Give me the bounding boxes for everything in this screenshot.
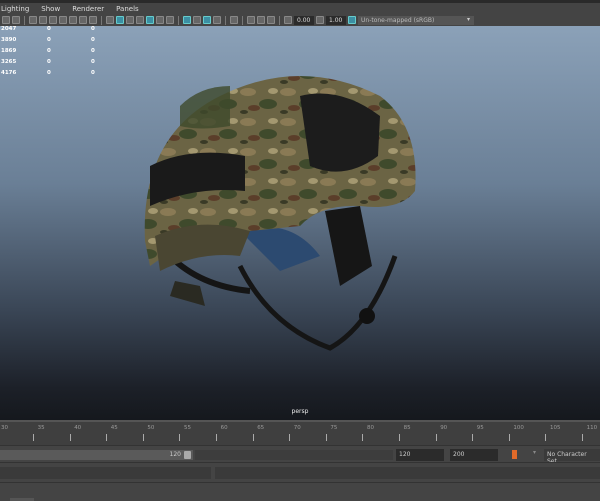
grid-icon[interactable] [29,16,37,24]
camera-label: persp [291,408,309,415]
ruler-tick [582,434,583,441]
viewport-persp[interactable]: 2047 0 0 3890 0 0 1869 0 0 3265 0 0 4176 0 0 persp [0,26,600,420]
shadows-icon[interactable] [166,16,174,24]
screen-space-ao-icon[interactable] [183,16,191,24]
exposure-input[interactable]: 0.00 [294,15,314,25]
menu-show[interactable]: Show [41,5,60,13]
menu-renderer[interactable]: Renderer [72,5,104,13]
ruler-tick-label: 100 [513,425,524,431]
time-slider[interactable]: 30 35 40 45 50 55 60 65 70 75 80 85 90 95 100 105 110 [0,420,600,445]
range-slider-bar: 120 120 200 ▾ No Character Set [0,445,600,465]
separator [242,15,243,25]
menu-panels[interactable]: Panels [116,5,139,13]
menu-lighting[interactable]: Lighting [1,5,29,13]
field-chart-icon[interactable] [69,16,77,24]
character-set-dropdown[interactable]: No Character Set [544,449,600,465]
ruler-tick-label: 60 [220,425,228,431]
resolution-gate-icon[interactable] [49,16,57,24]
helmet-model[interactable] [0,26,600,420]
view-transform-dropdown[interactable]: Un-tone-mapped (sRGB) [358,15,474,25]
animation-end-field[interactable]: 120 [396,449,444,461]
lights-icon[interactable] [156,16,164,24]
ruler-tick [289,434,291,441]
command-result [215,467,600,479]
ruler-tick [179,434,181,441]
ruler-tick-label: 55 [184,425,191,431]
camera-attributes-icon[interactable] [12,16,20,24]
ruler-tick [362,434,364,441]
range-slider-end-label: 120 [169,451,181,458]
ruler-tick [69,434,71,441]
ruler-tick-label: 50 [147,425,155,431]
ruler-tick-label: 70 [293,425,301,431]
ruler-tick-label: 35 [37,425,45,431]
separator [101,15,102,25]
range-slider[interactable]: 120 [0,450,193,460]
ruler-tick-label: 45 [110,425,118,431]
playback-end-field[interactable]: 200 [450,449,498,461]
ruler-tick-label: 30 [1,425,8,431]
wireframe-on-shaded-icon[interactable] [136,16,144,24]
smooth-shade-icon[interactable] [116,16,124,24]
ruler-tick-label: 95 [476,425,484,431]
ruler-tick [435,434,437,441]
color-management-icon[interactable] [348,16,356,24]
select-camera-icon[interactable] [2,16,10,24]
gate-mask-icon[interactable] [59,16,67,24]
menu-bar: Lighting Show Renderer Panels [0,0,600,14]
backface-culling-icon[interactable] [267,16,275,24]
separator [279,15,280,25]
ruler-tick [252,434,254,441]
ruler-tick [325,434,327,441]
ruler-tick [106,434,108,441]
command-input[interactable] [0,467,211,479]
motion-blur-icon[interactable] [193,16,201,24]
ruler-tick [472,434,474,441]
safe-title-icon[interactable] [89,16,97,24]
film-gate-icon[interactable] [39,16,47,24]
help-line [0,482,600,501]
gamma-icon[interactable] [316,16,324,24]
ruler-tick-label: 40 [74,425,82,431]
depth-of-field-icon[interactable] [213,16,221,24]
range-slider-handle[interactable] [184,451,191,459]
ruler-tick-label: 65 [257,425,265,431]
ruler-tick-label: 90 [440,425,448,431]
separator [225,15,226,25]
separator [24,15,25,25]
textured-icon[interactable] [146,16,154,24]
ruler-tick [399,434,400,441]
gamma-input[interactable]: 1.00 [326,15,346,25]
ruler-tick-label: 85 [403,425,411,431]
ruler-tick-label: 75 [330,425,338,431]
range-slider-track[interactable] [195,450,393,460]
ruler-tick-label: 80 [367,425,374,431]
exposure-icon[interactable] [284,16,292,24]
auto-key-icon[interactable] [512,450,517,459]
panel-toolbar: 0.00 1.00 Un-tone-mapped (sRGB) [0,14,600,26]
isolate-select-icon[interactable] [230,16,238,24]
anti-aliasing-icon[interactable] [203,16,211,24]
safe-action-icon[interactable] [79,16,87,24]
ruler-tick [142,434,144,441]
xray-joints-icon[interactable] [257,16,265,24]
ruler-tick [216,434,217,441]
ruler-tick [508,434,510,441]
command-line [0,462,600,482]
default-material-icon[interactable] [126,16,134,24]
ruler-tick-label: 110 [586,425,598,431]
xray-icon[interactable] [247,16,255,24]
chevron-down-icon[interactable]: ▾ [533,449,536,456]
ruler-tick [545,434,547,441]
ruler-tick-label: 105 [550,425,561,431]
separator [178,15,179,25]
wireframe-icon[interactable] [106,16,114,24]
ruler-tick [33,434,34,441]
